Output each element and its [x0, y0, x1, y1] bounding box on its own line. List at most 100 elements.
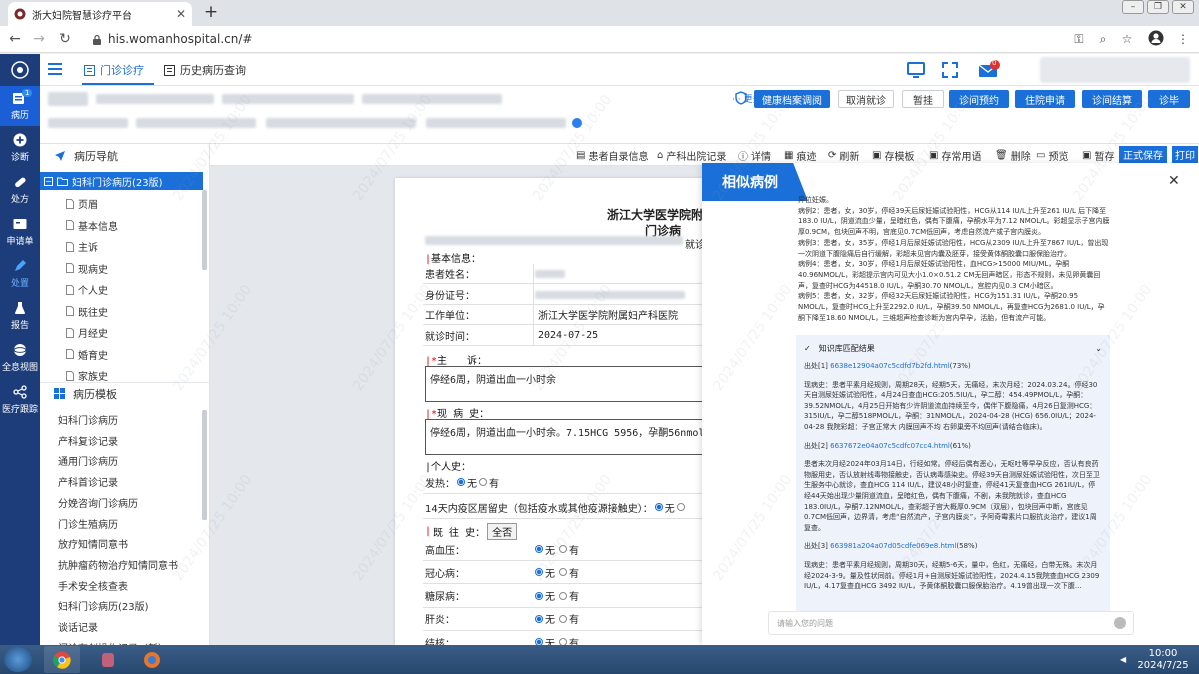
- kb-source-link[interactable]: 6637672e04a07c5cdfc07cc4.html: [830, 442, 950, 450]
- yes-radio[interactable]: [559, 568, 567, 577]
- browser-menu-icon[interactable]: ⋮: [1174, 30, 1192, 48]
- sidebar-item-medical-record[interactable]: 1 病历: [0, 86, 40, 126]
- obstetric-discharge-button[interactable]: ⌂ 产科出院记录: [657, 148, 726, 163]
- yes-radio[interactable]: [559, 591, 567, 600]
- no-radio[interactable]: [535, 545, 543, 553]
- send-icon[interactable]: [1114, 617, 1126, 629]
- field-value[interactable]: 浙江大学医学院附属妇产科医院: [533, 304, 678, 325]
- no-radio[interactable]: [535, 638, 543, 645]
- yes-radio[interactable]: [559, 614, 567, 623]
- close-icon[interactable]: ✕: [1168, 173, 1180, 189]
- delete-button[interactable]: 🗑 删除: [995, 148, 1031, 163]
- formal-save-button[interactable]: 正式保存: [1119, 146, 1167, 163]
- cancel-visit-button[interactable]: 取消就诊: [838, 90, 894, 108]
- new-tab-button[interactable]: +: [200, 2, 222, 24]
- tree-node-9[interactable]: 家族史: [66, 368, 108, 383]
- scrollbar[interactable]: [202, 410, 207, 520]
- tree-node-4[interactable]: 现病史: [66, 261, 108, 276]
- kb-source-link[interactable]: 6638e12904a07c5cdfd7b2fd.html: [830, 362, 950, 370]
- template-item[interactable]: 通用门诊病历: [58, 453, 118, 468]
- template-item[interactable]: 抗肿瘤药物治疗知情同意书: [58, 557, 178, 572]
- sidebar-item-diagnosis[interactable]: 诊断: [0, 128, 40, 168]
- sidebar-item-holographic-view[interactable]: 全息视图: [0, 338, 40, 378]
- shield-icon[interactable]: [734, 91, 748, 105]
- tab-history-records[interactable]: 历史病历查询: [164, 62, 246, 78]
- template-item[interactable]: 妇科门诊病历(23版): [58, 598, 149, 613]
- tab-outpatient[interactable]: 门诊诊疗: [84, 62, 144, 78]
- close-window-button[interactable]: ✕: [1172, 0, 1194, 14]
- minimize-button[interactable]: –: [1122, 0, 1144, 14]
- template-item[interactable]: 谈话记录: [58, 619, 98, 634]
- close-tab-icon[interactable]: ✕: [176, 7, 186, 21]
- browser-tab[interactable]: 浙大妇院智慧诊疗平台 ✕: [8, 2, 192, 26]
- bookmark-star-icon[interactable]: ☆: [1118, 30, 1136, 48]
- sidebar-item-treatment[interactable]: 处置: [0, 254, 40, 294]
- yes-radio[interactable]: [559, 638, 567, 645]
- residence-no-radio[interactable]: [654, 503, 663, 511]
- tree-node-3[interactable]: 主诉: [66, 239, 98, 254]
- tree-node-1[interactable]: 页眉: [66, 196, 98, 211]
- no-radio[interactable]: [535, 614, 543, 623]
- medical-record-page[interactable]: 浙江大学医学院附 门诊病 就诊 |基本信息： 患者姓名： 身份证号： 工作单位： 浙江…: [395, 178, 715, 645]
- no-radio[interactable]: [535, 568, 543, 577]
- sidebar-item-prescription[interactable]: 处方: [0, 170, 40, 210]
- template-item[interactable]: 妇科门诊病历: [58, 412, 118, 427]
- knowledge-base-header[interactable]: ✓ 知识库匹配结果 ⌄: [804, 341, 1102, 355]
- start-button[interactable]: [4, 647, 32, 672]
- fever-no-radio[interactable]: [457, 478, 465, 486]
- save-phrase-button[interactable]: ▣ 存常用语: [929, 148, 981, 163]
- sidebar-item-report[interactable]: 报告: [0, 296, 40, 336]
- health-record-button[interactable]: 健康档案调阅: [754, 90, 830, 108]
- system-clock[interactable]: 10:00 2024/7/25: [1136, 648, 1190, 672]
- tray-arrow-icon[interactable]: ◀: [1120, 655, 1126, 664]
- sidebar-item-requisition[interactable]: 申请单: [0, 212, 40, 252]
- residence-yes-radio[interactable]: [676, 503, 685, 511]
- key-icon[interactable]: ⚿: [1070, 30, 1088, 48]
- template-item[interactable]: 产科首诊记录: [58, 474, 118, 489]
- hamburger-menu-icon[interactable]: [48, 63, 62, 75]
- forward-icon[interactable]: →: [30, 30, 48, 48]
- app-taskbar-icon[interactable]: [90, 646, 126, 673]
- back-icon[interactable]: ←: [6, 30, 24, 48]
- template-item[interactable]: 分娩咨询门诊病历: [58, 495, 138, 510]
- collapse-icon[interactable]: −: [44, 176, 53, 186]
- kb-source-link[interactable]: 663981a204a07d05cdfe069e8.html: [830, 542, 956, 550]
- patient-self-info-button[interactable]: ▤ 患者自录信息: [576, 148, 648, 163]
- tree-node-2[interactable]: 基本信息: [66, 218, 118, 233]
- profile-icon[interactable]: [1148, 30, 1166, 48]
- save-template-button[interactable]: ▣ 存模板: [872, 148, 914, 163]
- finish-visit-button[interactable]: 诊毕: [1148, 90, 1190, 108]
- trace-button[interactable]: ▦ 痕迹: [784, 148, 816, 163]
- tree-node-8[interactable]: 婚育史: [66, 347, 108, 362]
- fullscreen-icon[interactable]: [940, 60, 960, 80]
- reload-icon[interactable]: ↻: [56, 30, 74, 48]
- chief-complaint-field[interactable]: 停经6周，阴道出血一小时余: [425, 366, 715, 402]
- fever-yes-radio[interactable]: [479, 478, 487, 486]
- template-item[interactable]: 门诊生殖病历: [58, 516, 118, 531]
- screen-icon[interactable]: [906, 60, 926, 80]
- tree-node-7[interactable]: 月经史: [66, 325, 108, 340]
- tree-node-selected[interactable]: − 妇科门诊病历(23版): [40, 172, 203, 190]
- present-illness-field[interactable]: 停经6周，阴道出血一小时余。7.15HCG 5956，孕酮56nmol: [425, 419, 715, 455]
- no-radio[interactable]: [535, 591, 543, 600]
- field-value[interactable]: 2024-07-25: [533, 325, 598, 345]
- tree-node-5[interactable]: 个人史: [66, 282, 108, 297]
- suspend-button[interactable]: 暂挂: [902, 90, 944, 108]
- question-input[interactable]: 请输入您的问题: [768, 611, 1134, 635]
- print-button[interactable]: 打印: [1172, 146, 1198, 163]
- chevron-down-icon[interactable]: ⌄: [1095, 344, 1102, 353]
- tree-node-6[interactable]: 既往史: [66, 304, 108, 319]
- zoom-icon[interactable]: ⌕: [1094, 30, 1112, 48]
- admission-request-button[interactable]: 住院申请: [1015, 90, 1075, 108]
- appointment-button[interactable]: 诊间预约: [949, 90, 1009, 108]
- template-item[interactable]: 产科复诊记录: [58, 433, 118, 448]
- lock-icon[interactable]: [92, 34, 102, 45]
- maximize-button[interactable]: ❐: [1147, 0, 1169, 14]
- settlement-button[interactable]: 诊间结算: [1082, 90, 1142, 108]
- temp-save-button[interactable]: ▣ 暂存: [1082, 148, 1114, 163]
- yes-radio[interactable]: [559, 545, 567, 553]
- preview-button[interactable]: ▭ 预览: [1036, 148, 1068, 163]
- sidebar-item-medical-tracking[interactable]: 医疗跟踪: [0, 380, 40, 420]
- details-button[interactable]: ⓘ 详情: [738, 148, 771, 163]
- browser2-taskbar-icon[interactable]: [134, 646, 170, 673]
